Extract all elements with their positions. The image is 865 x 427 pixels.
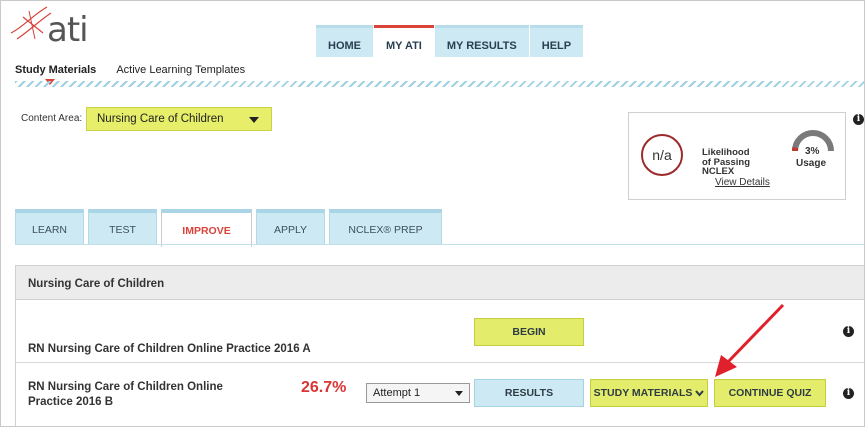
subnav-active-learning-templates[interactable]: Active Learning Templates bbox=[116, 64, 245, 76]
info-icon[interactable]: i bbox=[843, 388, 854, 399]
top-navigation: HOME MY ATI MY RESULTS HELP bbox=[316, 25, 584, 57]
tab-test[interactable]: TEST bbox=[88, 209, 157, 245]
subnav-study-materials[interactable]: Study Materials bbox=[15, 64, 96, 76]
score-value: 26.7% bbox=[301, 379, 347, 396]
attempt-value: Attempt 1 bbox=[373, 387, 421, 399]
tab-nclex-prep[interactable]: NCLEX® PREP bbox=[329, 209, 442, 245]
ati-logo[interactable]: ati bbox=[9, 3, 114, 49]
content-area-select[interactable]: Nursing Care of Children bbox=[86, 107, 272, 131]
results-button[interactable]: RESULTS bbox=[474, 379, 584, 407]
red-arrow-annotation-icon bbox=[715, 303, 785, 377]
assessment-title-line1: RN Nursing Care of Children Online bbox=[28, 381, 223, 393]
info-icon[interactable]: i bbox=[843, 326, 854, 337]
likelihood-score-circle: n/a bbox=[641, 134, 683, 176]
tab-apply[interactable]: APPLY bbox=[256, 209, 325, 245]
assessment-title: RN Nursing Care of Children Online Pract… bbox=[28, 380, 223, 410]
study-materials-button[interactable]: STUDY MATERIALS bbox=[590, 379, 708, 407]
section-tabs: LEARN TEST IMPROVE APPLY NCLEX® PREP bbox=[15, 209, 442, 247]
assessment-title-line2: Practice 2016 B bbox=[28, 396, 114, 408]
attempt-select[interactable]: Attempt 1 bbox=[366, 383, 470, 403]
begin-button[interactable]: BEGIN bbox=[474, 318, 584, 346]
likelihood-panel: n/a Likelihood of Passing NCLEX View Det… bbox=[628, 112, 846, 200]
panel-title: Nursing Care of Children bbox=[16, 266, 864, 300]
info-icon[interactable]: i bbox=[853, 114, 864, 125]
tab-home[interactable]: HOME bbox=[316, 25, 373, 57]
sub-navigation: Study Materials Active Learning Template… bbox=[15, 64, 245, 76]
study-materials-label: STUDY MATERIALS bbox=[593, 387, 693, 399]
usage-percent: 3% bbox=[805, 146, 820, 157]
view-details-link[interactable]: View Details bbox=[715, 177, 770, 188]
content-area-value: Nursing Care of Children bbox=[97, 113, 224, 125]
likelihood-caption: Likelihood of Passing NCLEX bbox=[702, 148, 750, 177]
tab-learn[interactable]: LEARN bbox=[15, 209, 84, 245]
tabs-baseline bbox=[15, 244, 864, 245]
content-area-label: Content Area: bbox=[21, 113, 83, 124]
continue-quiz-button[interactable]: CONTINUE QUIZ bbox=[714, 379, 826, 407]
likelihood-caption-line3: NCLEX bbox=[702, 166, 735, 177]
tab-improve[interactable]: IMPROVE bbox=[161, 209, 252, 247]
tab-my-ati[interactable]: MY ATI bbox=[374, 25, 434, 57]
tab-my-results[interactable]: MY RESULTS bbox=[434, 25, 529, 57]
tab-help[interactable]: HELP bbox=[529, 25, 584, 57]
logo-wordmark: ati bbox=[47, 10, 89, 50]
usage-label: Usage bbox=[796, 158, 827, 169]
chevron-down-icon bbox=[455, 391, 463, 396]
chevron-down-icon bbox=[695, 389, 705, 397]
app-window: ati HOME MY ATI MY RESULTS HELP Study Ma… bbox=[0, 0, 865, 427]
chevron-down-icon bbox=[249, 117, 259, 123]
hatched-divider bbox=[15, 81, 864, 87]
assessment-title: RN Nursing Care of Children Online Pract… bbox=[28, 343, 311, 355]
likelihood-value: n/a bbox=[652, 147, 672, 163]
